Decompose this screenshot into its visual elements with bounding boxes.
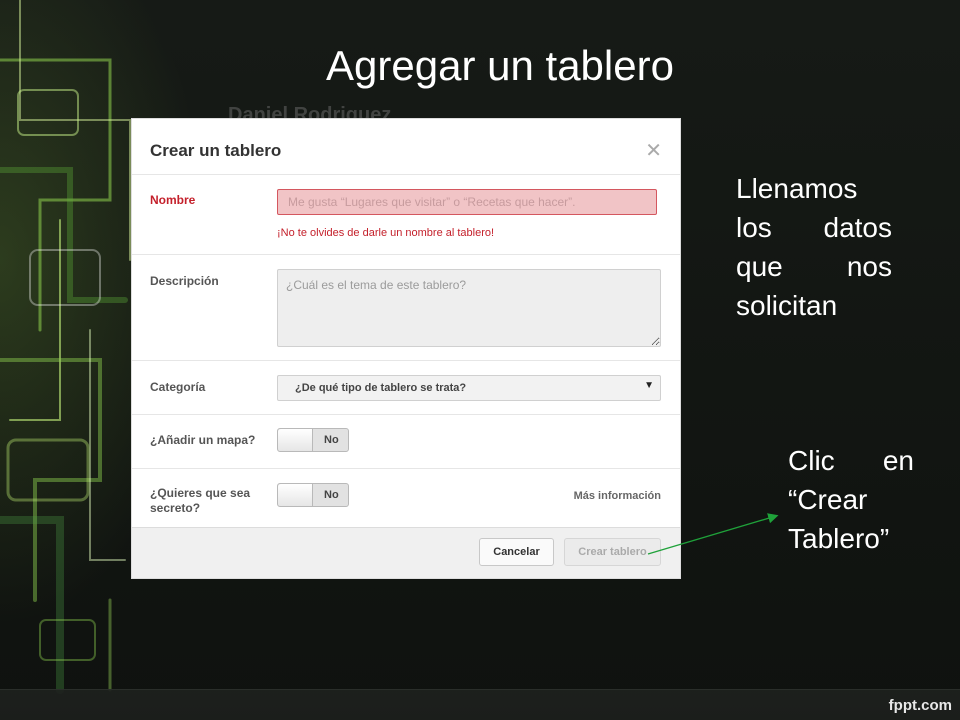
pointer-arrow <box>647 513 779 555</box>
